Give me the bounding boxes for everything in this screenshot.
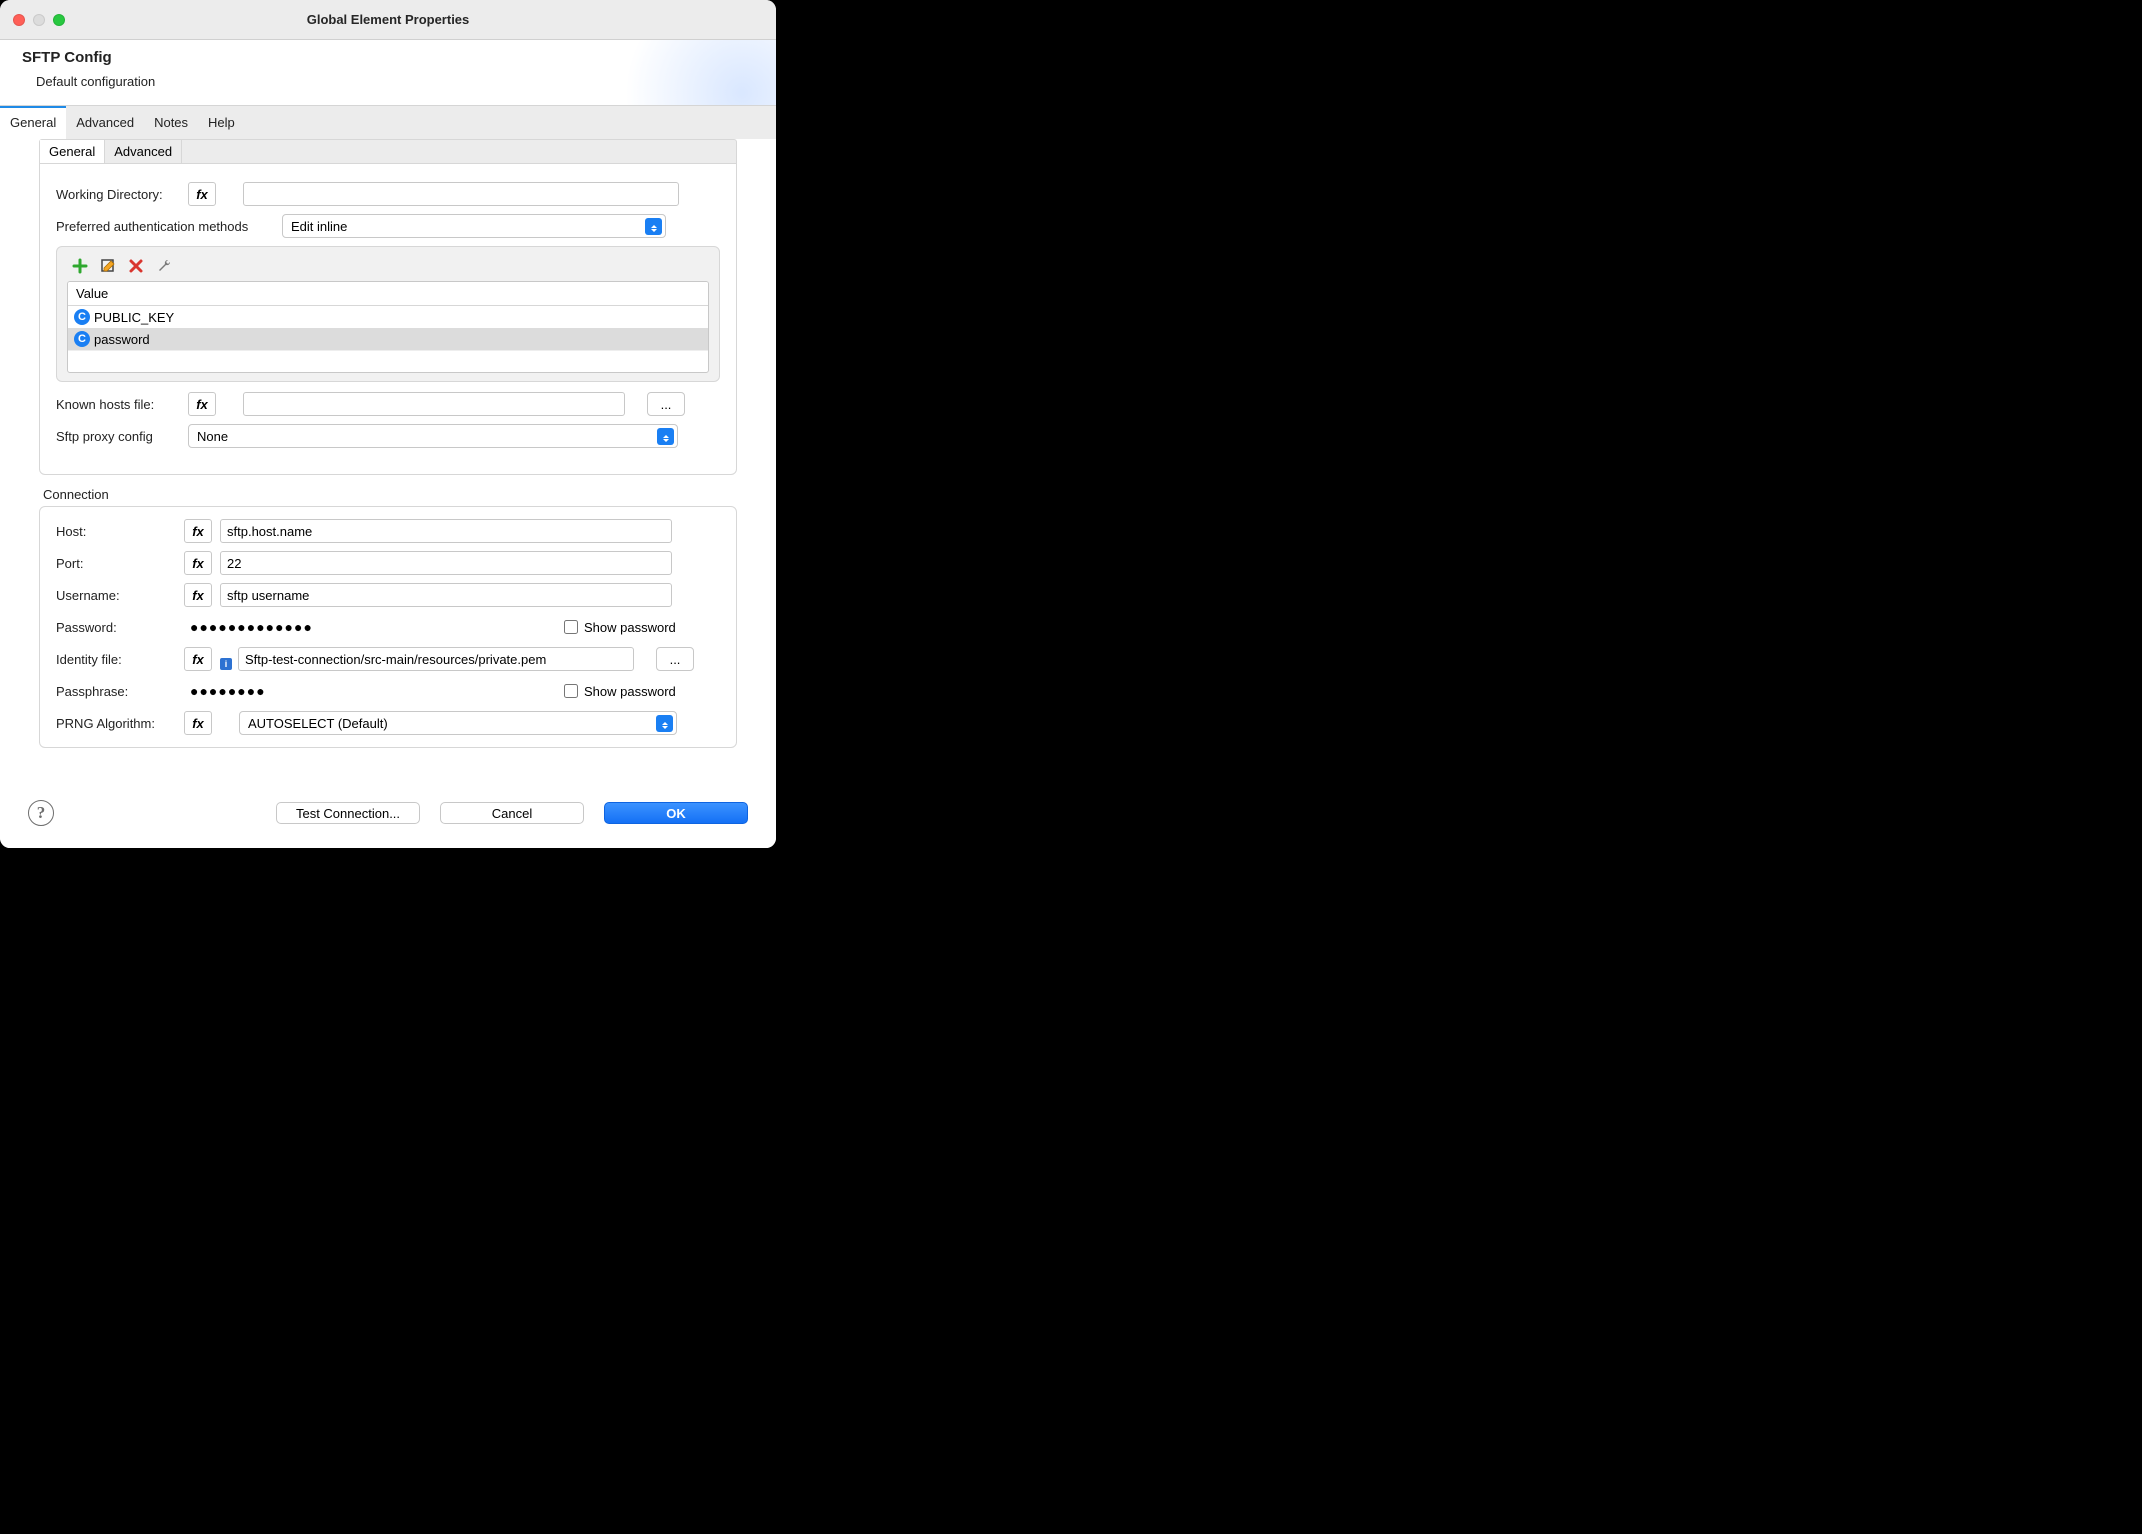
- delete-icon[interactable]: [127, 257, 145, 275]
- fx-button[interactable]: fx: [188, 182, 216, 206]
- inner-tabstrip: General Advanced: [39, 139, 737, 163]
- test-connection-button[interactable]: Test Connection...: [276, 802, 420, 824]
- prng-algorithm-select[interactable]: AUTOSELECT (Default): [239, 711, 677, 735]
- chevron-updown-icon: [645, 218, 662, 235]
- tab-content: General Advanced Working Directory: fx P…: [0, 139, 776, 848]
- fx-button[interactable]: fx: [184, 583, 212, 607]
- tab-help[interactable]: Help: [198, 106, 245, 139]
- globe-icon: C: [74, 309, 90, 325]
- inner-tab-advanced[interactable]: Advanced: [105, 140, 182, 163]
- connection-section: Connection Host: fx Port: fx Username: f…: [39, 487, 737, 748]
- auth-methods-listbox: Value C PUBLIC_KEY C password: [56, 246, 720, 382]
- working-directory-label: Working Directory:: [56, 187, 180, 202]
- password-input[interactable]: [184, 615, 550, 639]
- passphrase-label: Passphrase:: [56, 684, 176, 699]
- identity-file-input[interactable]: [238, 647, 634, 671]
- identity-file-label: Identity file:: [56, 652, 176, 667]
- auth-table-header: Value: [68, 282, 708, 306]
- host-input[interactable]: [220, 519, 672, 543]
- known-hosts-label: Known hosts file:: [56, 397, 180, 412]
- show-password-label: Show password: [584, 620, 676, 635]
- auth-methods-label: Preferred authentication methods: [56, 219, 274, 234]
- connection-section-title: Connection: [43, 487, 737, 502]
- show-password-checkbox[interactable]: [564, 620, 578, 634]
- dialog-header: SFTP Config Default configuration: [0, 40, 776, 105]
- chevron-updown-icon: [657, 428, 674, 445]
- port-input[interactable]: [220, 551, 672, 575]
- titlebar: Global Element Properties: [0, 0, 776, 40]
- config-subtitle: Default configuration: [36, 74, 754, 89]
- proxy-config-select[interactable]: None: [188, 424, 678, 448]
- passphrase-input[interactable]: [184, 679, 550, 703]
- config-name: SFTP Config: [22, 49, 754, 66]
- show-passphrase-checkbox[interactable]: [564, 684, 578, 698]
- globe-icon: C: [74, 331, 90, 347]
- browse-identity-button[interactable]: ...: [656, 647, 694, 671]
- tab-advanced[interactable]: Advanced: [66, 106, 144, 139]
- prng-label: PRNG Algorithm:: [56, 716, 176, 731]
- fx-button[interactable]: fx: [184, 551, 212, 575]
- help-icon[interactable]: ?: [28, 800, 54, 826]
- auth-methods-select[interactable]: Edit inline: [282, 214, 666, 238]
- fx-button[interactable]: fx: [184, 519, 212, 543]
- browse-known-hosts-button[interactable]: ...: [647, 392, 685, 416]
- add-icon[interactable]: [71, 257, 89, 275]
- working-directory-input[interactable]: [243, 182, 679, 206]
- username-input[interactable]: [220, 583, 672, 607]
- fx-button[interactable]: fx: [184, 647, 212, 671]
- auth-methods-table: Value C PUBLIC_KEY C password: [67, 281, 709, 373]
- listbox-toolbar: [67, 257, 709, 275]
- known-hosts-input[interactable]: [243, 392, 625, 416]
- port-label: Port:: [56, 556, 176, 571]
- dialog-window: Global Element Properties SFTP Config De…: [0, 0, 776, 848]
- close-window-button[interactable]: [13, 14, 25, 26]
- connection-section-body: Host: fx Port: fx Username: fx Password:: [39, 506, 737, 748]
- fx-button[interactable]: fx: [188, 392, 216, 416]
- username-label: Username:: [56, 588, 176, 603]
- host-label: Host:: [56, 524, 176, 539]
- chevron-updown-icon: [656, 715, 673, 732]
- ok-button[interactable]: OK: [604, 802, 748, 824]
- outer-tabstrip: General Advanced Notes Help: [0, 105, 776, 139]
- list-empty-row: [68, 350, 708, 372]
- general-panel: Working Directory: fx Preferred authenti…: [39, 163, 737, 475]
- tools-icon[interactable]: [155, 257, 173, 275]
- dialog-footer: ? Test Connection... Cancel OK: [0, 784, 776, 848]
- list-item[interactable]: C password: [68, 328, 708, 350]
- tab-notes[interactable]: Notes: [144, 106, 198, 139]
- password-label: Password:: [56, 620, 176, 635]
- show-passphrase-label: Show password: [584, 684, 676, 699]
- cancel-button[interactable]: Cancel: [440, 802, 584, 824]
- traffic-lights: [0, 14, 65, 26]
- info-icon: i: [220, 658, 232, 670]
- edit-icon[interactable]: [99, 257, 117, 275]
- fx-button[interactable]: fx: [184, 711, 212, 735]
- tab-general[interactable]: General: [0, 106, 66, 139]
- minimize-window-button[interactable]: [33, 14, 45, 26]
- zoom-window-button[interactable]: [53, 14, 65, 26]
- proxy-config-label: Sftp proxy config: [56, 429, 180, 444]
- window-title: Global Element Properties: [0, 12, 776, 27]
- list-item[interactable]: C PUBLIC_KEY: [68, 306, 708, 328]
- inner-tab-general[interactable]: General: [40, 140, 105, 163]
